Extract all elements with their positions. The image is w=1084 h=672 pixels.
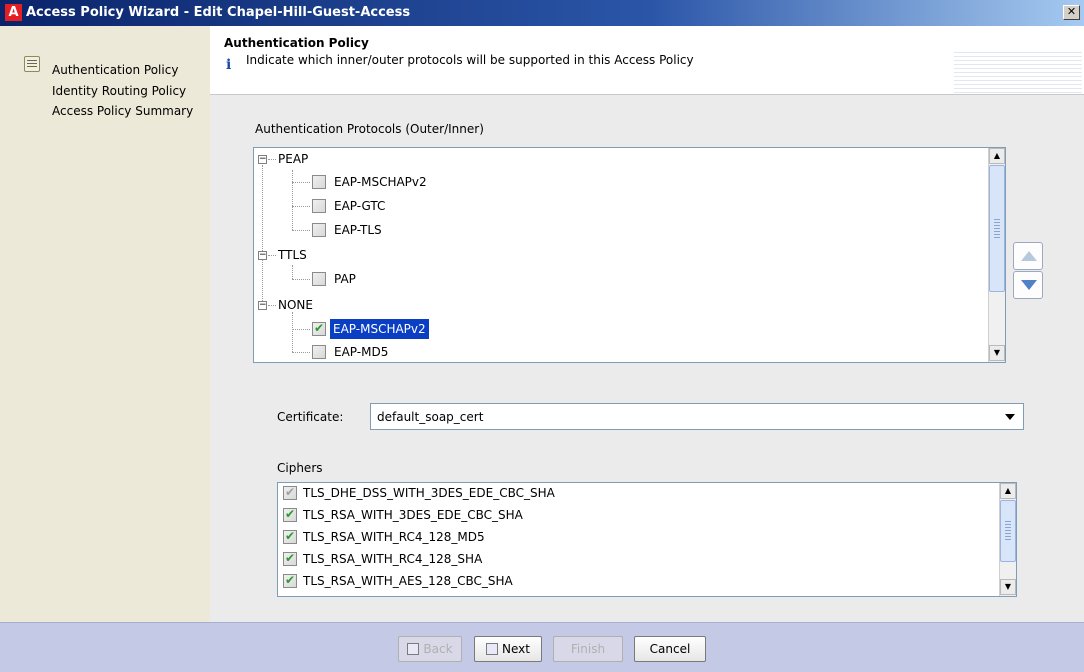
scrollbar-thumb[interactable] <box>1000 500 1016 562</box>
cipher-label: TLS_DHE_DSS_WITH_3DES_EDE_CBC_SHA <box>303 486 555 500</box>
tree-node-none[interactable]: NONE <box>278 298 313 320</box>
tree-node-ttls[interactable]: TTLS <box>278 248 307 270</box>
tree-leaf-label: EAP-GTC <box>334 199 386 213</box>
tree-connector <box>292 352 310 353</box>
cancel-label: Cancel <box>649 642 691 656</box>
scroll-down-arrow-icon[interactable]: ▼ <box>1000 579 1016 595</box>
expander-ttls[interactable]: − <box>258 251 267 260</box>
checkbox-peap-eap-mschapv2[interactable] <box>312 175 326 189</box>
checkbox-peap-eap-gtc[interactable] <box>312 199 326 213</box>
tree-connector <box>268 255 276 256</box>
down-arrow-icon <box>1021 280 1037 290</box>
chevron-down-icon <box>1005 414 1015 420</box>
sidebar-item-authentication-policy[interactable]: Authentication Policy <box>52 63 178 77</box>
checkbox-cipher[interactable] <box>283 551 297 566</box>
checkbox-none-eap-md5[interactable] <box>312 345 326 359</box>
tree-connector <box>292 170 293 230</box>
expander-peap[interactable]: − <box>258 155 267 164</box>
tree-connector <box>292 279 310 280</box>
tree-leaf-label-selected: EAP-MSCHAPv2 <box>330 319 429 339</box>
move-down-button[interactable] <box>1013 271 1043 299</box>
close-button[interactable]: ✕ <box>1063 5 1080 20</box>
finish-label: Finish <box>570 642 606 656</box>
next-label: Next <box>502 642 530 656</box>
tree-node-peap[interactable]: PEAP <box>278 152 308 174</box>
ciphers-scrollbar[interactable]: ▲ ▼ <box>999 483 1016 596</box>
protocols-label: Authentication Protocols (Outer/Inner) <box>255 122 484 136</box>
move-up-button[interactable] <box>1013 242 1043 270</box>
expander-none[interactable]: − <box>258 301 267 310</box>
window-title: Access Policy Wizard - Edit Chapel-Hill-… <box>26 5 411 20</box>
tree-leaf-label: EAP-MSCHAPv2 <box>334 175 427 189</box>
cipher-label: TLS_RSA_WITH_RC4_128_MD5 <box>303 530 485 544</box>
scroll-up-arrow-icon[interactable]: ▲ <box>1000 483 1016 499</box>
back-label: Back <box>423 642 453 656</box>
checkbox-cipher[interactable] <box>283 573 297 588</box>
title-bar: A Access Policy Wizard - Edit Chapel-Hil… <box>0 0 1084 26</box>
tree-connector <box>262 165 263 309</box>
certificate-value: default_soap_cert <box>377 410 484 424</box>
page-description: Indicate which inner/outer protocols wil… <box>246 53 694 67</box>
app-logo-icon: A <box>5 4 22 21</box>
tree-leaf-label: EAP-MD5 <box>334 345 389 359</box>
back-icon <box>407 643 420 655</box>
protocols-tree[interactable]: − PEAP EAP-MSCHAPv2 EAP-GTC EAP-TLS − TT… <box>253 147 1006 363</box>
up-arrow-icon <box>1021 251 1037 261</box>
tree-leaf-label: PAP <box>334 272 356 286</box>
back-button[interactable]: Back <box>398 636 462 662</box>
finish-button[interactable]: Finish <box>553 636 623 662</box>
current-step-icon <box>24 56 40 72</box>
header-decoration <box>954 52 1082 94</box>
certificate-dropdown[interactable]: default_soap_cert <box>370 403 1024 430</box>
page-header: Authentication Policy i Indicate which i… <box>210 26 1084 94</box>
tree-connector <box>292 329 310 330</box>
checkbox-cipher <box>283 485 297 500</box>
tree-leaf-label: EAP-TLS <box>334 223 382 237</box>
tree-connector <box>268 305 276 306</box>
info-icon: i <box>226 57 232 73</box>
next-icon <box>486 643 499 655</box>
cipher-label: TLS_RSA_WITH_RC4_128_SHA <box>303 552 483 566</box>
page-title: Authentication Policy <box>224 36 369 50</box>
wizard-footer: Back Next Finish Cancel <box>0 622 1084 672</box>
checkbox-cipher[interactable] <box>283 529 297 544</box>
next-button[interactable]: Next <box>474 636 542 662</box>
checkbox-ttls-pap[interactable] <box>312 272 326 286</box>
tree-connector <box>292 206 310 207</box>
tree-connector <box>268 159 276 160</box>
checkbox-peap-eap-tls[interactable] <box>312 223 326 237</box>
certificate-label: Certificate: <box>277 410 344 424</box>
scrollbar-thumb[interactable] <box>989 165 1005 292</box>
scroll-down-arrow-icon[interactable]: ▼ <box>989 345 1005 361</box>
checkbox-cipher[interactable] <box>283 507 297 522</box>
tree-connector <box>292 182 310 183</box>
ciphers-label: Ciphers <box>277 461 323 475</box>
scroll-up-arrow-icon[interactable]: ▲ <box>989 148 1005 164</box>
checkbox-none-eap-mschapv2[interactable] <box>312 321 326 336</box>
protocols-scrollbar[interactable]: ▲ ▼ <box>988 148 1005 362</box>
ciphers-list[interactable]: TLS_DHE_DSS_WITH_3DES_EDE_CBC_SHA TLS_RS… <box>277 482 1017 597</box>
cancel-button[interactable]: Cancel <box>634 636 706 662</box>
cipher-label: TLS_RSA_WITH_3DES_EDE_CBC_SHA <box>303 508 523 522</box>
tree-connector <box>292 230 310 231</box>
cipher-label: TLS_RSA_WITH_AES_128_CBC_SHA <box>303 574 513 588</box>
sidebar-item-access-policy-summary[interactable]: Access Policy Summary <box>52 104 193 118</box>
sidebar-item-identity-routing-policy[interactable]: Identity Routing Policy <box>52 84 186 98</box>
